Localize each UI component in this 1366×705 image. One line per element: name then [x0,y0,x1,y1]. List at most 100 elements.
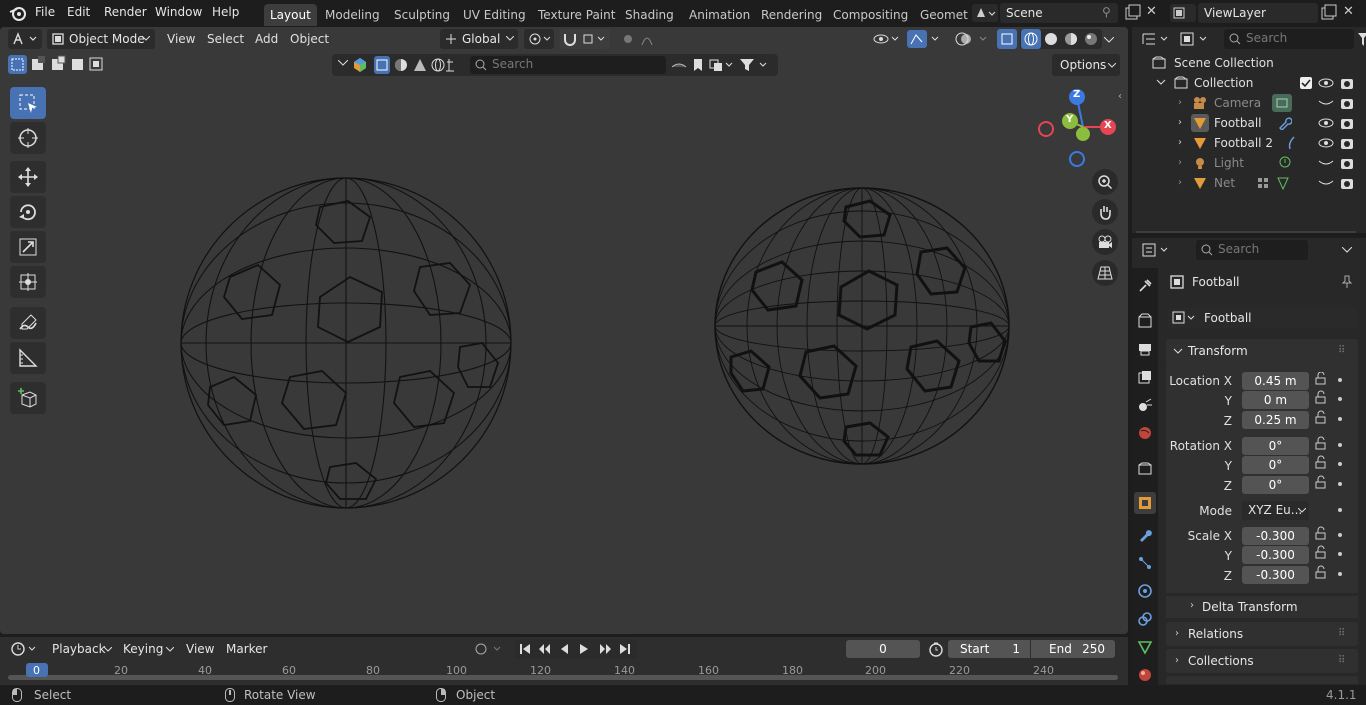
tab-rendering[interactable]: Rendering [755,4,828,26]
display-mode-dropdown[interactable] [1178,29,1212,49]
start-frame-field[interactable]: Start 1 [948,640,1030,658]
perspective-toggle-button[interactable] [1092,260,1118,286]
overlays-toggle[interactable] [950,29,992,49]
pin-icon[interactable] [1340,275,1354,289]
camera-render-icon[interactable] [1340,156,1354,170]
properties-search-input[interactable]: Search [1196,240,1308,260]
end-frame-field[interactable]: End 250 [1031,640,1115,658]
tab-shading[interactable]: Shading [619,4,680,26]
eye-icon[interactable] [1318,117,1334,129]
tab-uv-editing[interactable]: UV Editing [457,4,532,26]
eye-icon[interactable] [1318,137,1334,149]
outliner-item-football-2[interactable]: › Football 2 [1132,133,1366,153]
chevron-down-icon[interactable] [1104,37,1114,43]
select-box-tool[interactable] [10,87,46,119]
camera-render-icon[interactable] [1340,96,1354,110]
filter-extra-icons[interactable] [670,57,770,73]
menu-help[interactable]: Help [212,5,239,19]
location-y-field[interactable]: 0 m [1242,391,1309,409]
output-tab-icon[interactable] [1137,341,1153,357]
eye-icon[interactable] [1318,77,1334,89]
scene-name-field[interactable]: Scene [1000,3,1118,23]
tab-compositing[interactable]: Compositing [827,4,914,26]
modifiers-tab-icon[interactable] [1137,527,1153,543]
menu-file[interactable]: File [35,5,55,19]
proportional-editing-toggle[interactable] [618,29,668,49]
auto-keying-toggle[interactable] [470,639,508,659]
keying-dropdown[interactable]: Keying [118,639,178,659]
shading-mode-group[interactable] [1020,29,1102,49]
menu-window[interactable]: Window [155,5,202,19]
editor-type-button[interactable] [8,29,42,49]
pin-icon[interactable]: ⚲ [1102,5,1111,19]
eye-closed-icon[interactable] [1318,158,1334,168]
location-x-field[interactable]: 0.45 m [1242,372,1309,390]
scale-z-field[interactable]: -0.300 [1242,566,1309,584]
transform-tool[interactable] [10,266,46,298]
new-scene-icon[interactable] [1124,4,1142,22]
rotation-x-field[interactable]: 0° [1242,437,1309,455]
close-view-layer-icon[interactable]: ✕ [1343,4,1354,19]
collections-panel-header[interactable]: › Collections ⠿ [1166,649,1358,673]
camera-render-icon[interactable] [1340,116,1354,130]
add-cube-tool[interactable] [10,382,46,414]
football-wireframe-left[interactable] [170,177,530,537]
transform-orientation-dropdown[interactable]: Global [440,29,518,49]
tab-sculpting[interactable]: Sculpting [388,4,456,26]
current-frame-field[interactable]: 0 [846,640,920,658]
filter-icon[interactable] [1358,31,1366,47]
timeline-editor-type-button[interactable] [8,639,40,659]
menu-render[interactable]: Render [104,5,147,19]
delta-transform-subpanel[interactable]: › Delta Transform [1166,596,1358,618]
eye-closed-icon[interactable] [1318,98,1334,108]
3d-viewport[interactable]: Object Mode View Select Add Object Globa… [0,27,1128,634]
outliner-item-net[interactable]: › Net [1132,173,1366,193]
viewport-menu-view[interactable]: View [167,32,195,46]
eye-closed-icon[interactable] [1318,178,1334,188]
scale-tool[interactable] [10,231,46,263]
data-tab-icon[interactable] [1137,639,1153,655]
pan-button[interactable] [1092,199,1118,225]
scale-y-field[interactable]: -0.300 [1242,546,1309,564]
tab-layout[interactable]: Layout [264,4,317,26]
outliner-search-input[interactable]: Search [1224,29,1354,49]
options-dropdown[interactable]: Options [1052,54,1120,76]
rotation-y-field[interactable]: 0° [1242,456,1309,474]
close-scene-icon[interactable]: ✕ [1146,4,1157,19]
drag-handle-icon[interactable]: ⠿ [1338,339,1345,363]
timeline-menu-view[interactable]: View [186,642,214,656]
zoom-button[interactable] [1092,169,1118,195]
scene-tab-icon[interactable] [1137,397,1153,413]
drag-handle-icon[interactable]: ⠿ [1338,622,1345,646]
visibility-dropdown[interactable] [870,29,904,49]
world-tab-icon[interactable] [1137,425,1153,441]
tab-texture-paint[interactable]: Texture Paint [532,4,621,26]
measure-tool[interactable] [10,342,46,374]
view-layer-selector-button[interactable] [1170,4,1196,22]
move-tool[interactable] [10,161,46,193]
timeline-menu-marker[interactable]: Marker [226,642,267,656]
tool-tab-icon[interactable] [1137,278,1153,294]
material-tab-icon[interactable] [1137,667,1153,683]
collection-tab-icon[interactable] [1137,461,1153,477]
tab-geometry[interactable]: Geomet [914,4,968,26]
rotation-mode-dropdown[interactable]: XYZ Eu... [1242,501,1309,520]
outliner-item-camera[interactable]: › Camera [1132,93,1366,113]
drag-handle-icon[interactable]: ⠿ [1338,649,1345,673]
constraints-tab-icon[interactable] [1137,611,1153,627]
camera-render-icon[interactable] [1340,136,1354,150]
chevron-down-icon[interactable] [1342,247,1352,253]
menu-edit[interactable]: Edit [67,5,90,19]
particles-tab-icon[interactable] [1137,555,1153,571]
collection-row[interactable]: Collection [1132,73,1366,93]
tab-modeling[interactable]: Modeling [319,4,386,26]
scene-selector-button[interactable] [972,4,998,22]
mode-dropdown[interactable]: Object Mode [47,29,155,49]
xray-toggle[interactable] [997,29,1017,49]
camera-render-icon[interactable] [1340,176,1354,190]
playback-dropdown[interactable]: Playback [46,639,116,659]
blender-logo-icon[interactable] [9,5,27,21]
annotate-tool[interactable] [10,307,46,339]
object-name-field[interactable]: Football [1168,308,1358,328]
camera-view-button[interactable] [1092,229,1118,255]
